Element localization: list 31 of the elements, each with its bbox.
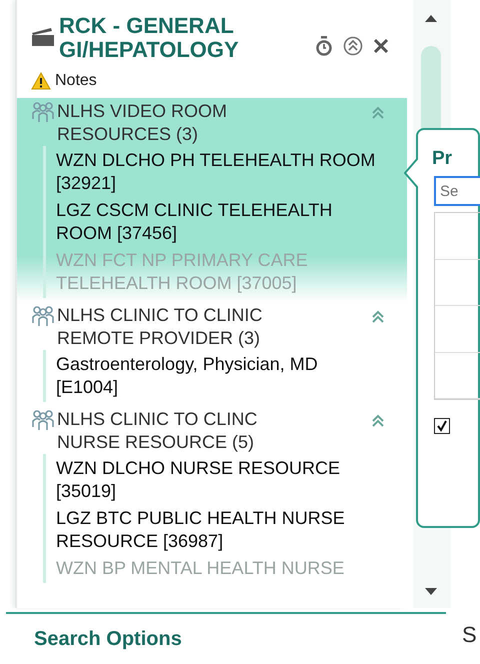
scroll-down-icon[interactable] [425,588,437,596]
checkbox[interactable] [434,418,450,434]
window-title: RCK - GENERAL GI/HEPATOLOGY [59,14,240,62]
group-title: NLHS VIDEO ROOM RESOURCES (3) [57,100,228,146]
resource-item[interactable]: WZN DLCHO NURSE RESOURCE [35019] [56,457,382,503]
search-options-bar[interactable]: Search Options [6,612,446,664]
group-title: NLHS CLINIC TO CLINIC REMOTE PROVIDER (3) [57,304,264,350]
popover-title: Pr [432,148,454,170]
people-icon [31,409,55,431]
notes-label[interactable]: Notes [55,72,97,90]
group-title: NLHS CLINIC TO CLINC NURSE RESOURCE (5) [57,408,258,454]
search-field[interactable]: Se [434,176,480,206]
timer-icon[interactable] [315,36,333,56]
resource-item[interactable]: LGZ CSCM CLINIC TELEHEALTH ROOM [37456] [56,199,382,245]
people-icon [31,305,55,327]
warning-icon [31,72,51,90]
clapperboard-icon [31,28,55,46]
resource-item[interactable]: LGZ BTC PUBLIC HEALTH NURSE RESOURCE [36987] [56,507,382,553]
resource-item[interactable]: WZN DLCHO PH TELEHEALTH ROOM [32921] [56,149,382,195]
collapse-icon[interactable] [371,310,385,324]
resource-group[interactable]: NLHS CLINIC TO CLINIC REMOTE PROVIDER (3) Gastroenterology, Physician, MD [E1004] [17,302,407,406]
side-label: S [462,622,477,648]
resource-group[interactable]: NLHS CLINIC TO CLINC NURSE RESOURCE (5) WZN DLCHO NURSE RESOURCE [35019] LGZ BTC PUBLIC HEALTH NURSE RESOURCE [36987] WZN BP MENTAL HEALTH NURSE [17,406,407,587]
section-title: Search Options [34,628,182,651]
scroll-up-icon[interactable] [425,14,437,22]
close-icon[interactable] [373,38,389,54]
people-icon [31,101,55,123]
resource-item[interactable]: Gastroenterology, Physician, MD [E1004] [56,353,382,399]
collapse-all-icon[interactable] [343,36,363,56]
resource-group[interactable]: NLHS VIDEO ROOM RESOURCES (3) WZN DLCHO PH TELEHEALTH ROOM [32921] LGZ CSCM CLINIC TELEHEALTH ROOM [37456] WZN FCT NP PRIMARY CARE TELEHEALTH ROOM [37005] [17,98,407,302]
collapse-icon[interactable] [371,414,385,428]
